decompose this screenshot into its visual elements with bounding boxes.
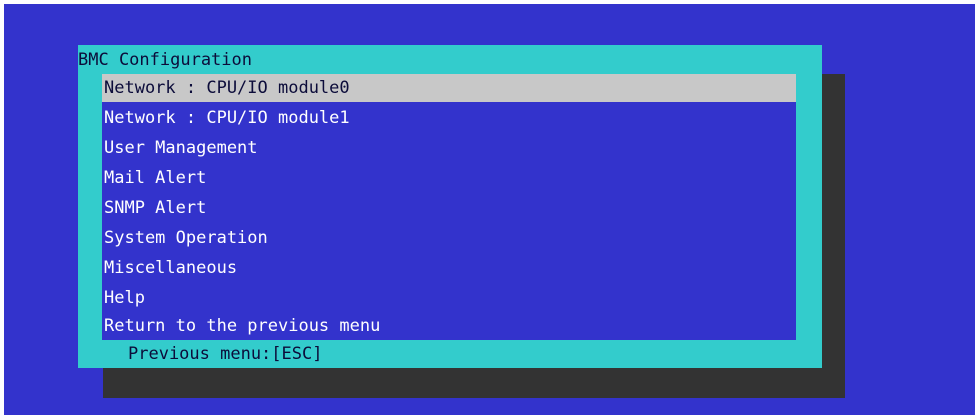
dialog-title: BMC Configuration (78, 50, 252, 70)
menu-item-network-module0[interactable]: Network : CPU/IO module0 (102, 74, 796, 102)
menu-item-network-module1[interactable]: Network : CPU/IO module1 (102, 104, 796, 132)
menu-item-help[interactable]: Help (102, 284, 796, 312)
menu-item-user-management[interactable]: User Management (102, 134, 796, 162)
bmc-configuration-dialog: BMC Configuration Network : CPU/IO modul… (78, 45, 822, 368)
menu-item-mail-alert[interactable]: Mail Alert (102, 164, 796, 192)
previous-menu-hint: Previous menu:[ESC] (128, 344, 323, 364)
menu-list: Network : CPU/IO module0 Network : CPU/I… (102, 74, 796, 340)
console-screen: BMC Configuration Network : CPU/IO modul… (4, 4, 975, 415)
menu-item-snmp-alert[interactable]: SNMP Alert (102, 194, 796, 222)
menu-item-system-operation[interactable]: System Operation (102, 224, 796, 252)
menu-item-return-previous[interactable]: Return to the previous menu (102, 312, 796, 340)
menu-item-miscellaneous[interactable]: Miscellaneous (102, 254, 796, 282)
